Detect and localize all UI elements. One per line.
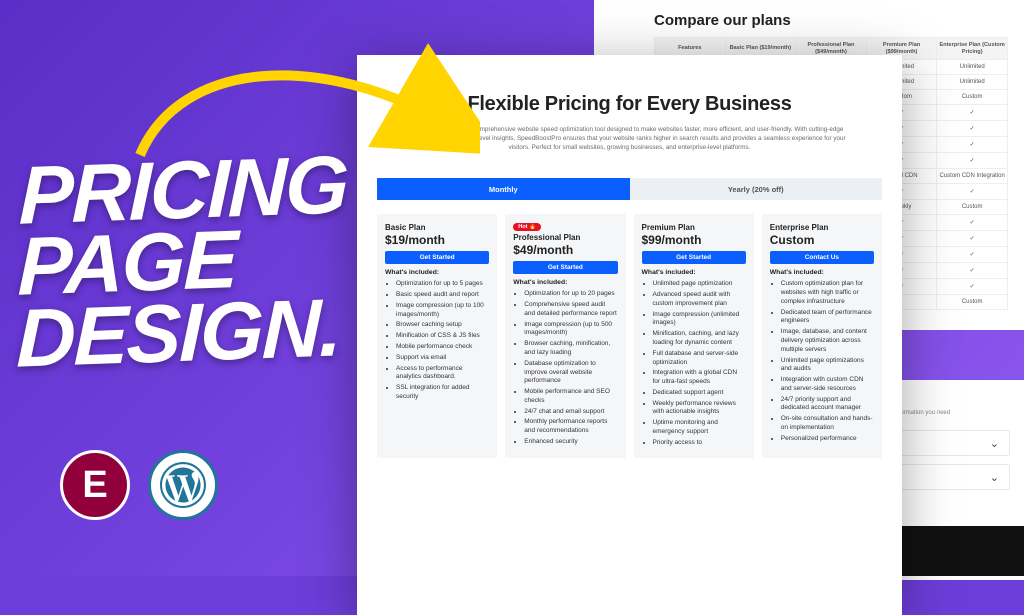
included-label: What's included: <box>642 269 746 276</box>
plan-feature: Custom optimization plan for websites wi… <box>781 280 874 306</box>
plan-cta-button[interactable]: Get Started <box>642 251 746 264</box>
plan-price: $99/month <box>642 233 746 247</box>
plan-card: Hot 🔥 Professional Plan$49/month Get Start… <box>505 214 625 458</box>
compare-cell: ✓ <box>937 105 1008 121</box>
compare-cell: Custom <box>937 200 1008 215</box>
plan-feature: Full database and server-side optimizati… <box>653 350 746 368</box>
plan-card: Basic Plan$19/month Get Started What's inc… <box>377 214 497 458</box>
plan-price: $49/month <box>513 243 617 257</box>
promo-line-3: DESIGN. <box>16 282 341 384</box>
plans-grid: Basic Plan$19/month Get Started What's inc… <box>377 214 882 458</box>
plan-feature: Access to performance analytics dashboar… <box>396 365 489 383</box>
plan-price: $19/month <box>385 233 489 247</box>
plan-feature: Minification of CSS & JS files <box>396 332 489 341</box>
plan-feature: Optimization for up to 20 pages <box>524 290 617 299</box>
plan-feature: Basic speed audit and report <box>396 291 489 300</box>
plan-cta-button[interactable]: Get Started <box>385 251 489 264</box>
plan-feature: Integration with custom CDN and server-s… <box>781 376 874 394</box>
plan-feature: Image compression (up to 500 images/mont… <box>524 321 617 339</box>
plan-feature: On-site consultation and hands-on implem… <box>781 415 874 433</box>
plan-card: Enterprise PlanCustom Contact Us What's in… <box>762 214 882 458</box>
compare-cell: Unlimited <box>937 60 1008 75</box>
plan-feature: Personalized performance <box>781 435 874 444</box>
chevron-down-icon: ⌄ <box>990 471 999 484</box>
included-label: What's included: <box>513 279 617 286</box>
plan-feature: Priority access to <box>653 439 746 448</box>
plan-feature: Image compression (unlimited images) <box>653 311 746 329</box>
included-label: What's included: <box>770 269 874 276</box>
compare-cell: Custom <box>937 295 1008 310</box>
plan-feature: Minification, caching, and lazy loading … <box>653 330 746 348</box>
tool-logos: E <box>60 450 218 520</box>
compare-cell: Unlimited <box>937 75 1008 90</box>
plan-feature: Database optimization to improve overall… <box>524 360 617 386</box>
compare-cell: ✓ <box>937 279 1008 295</box>
plan-cta-button[interactable]: Contact Us <box>770 251 874 264</box>
compare-cell: ✓ <box>937 137 1008 153</box>
plan-feature: Unlimited page optimizations and audits <box>781 357 874 375</box>
tab-yearly[interactable]: Yearly (20% off) <box>630 178 883 200</box>
compare-cell: Custom CDN Integration <box>937 169 1008 184</box>
compare-title: Compare our plans <box>654 12 1008 29</box>
compare-cell: ✓ <box>937 231 1008 247</box>
plan-price: Custom <box>770 233 874 247</box>
plan-feature: Mobile performance and SEO checks <box>524 388 617 406</box>
plan-cta-button[interactable]: Get Started <box>513 261 617 274</box>
wordpress-icon <box>148 450 218 520</box>
plan-feature: Support via email <box>396 354 489 363</box>
plan-feature: Monthly performance reports and recommen… <box>524 418 617 436</box>
plan-feature: Mobile performance check <box>396 343 489 352</box>
plan-feature: Optimization for up to 5 pages <box>396 280 489 289</box>
plan-feature: Integration with a global CDN for ultra-… <box>653 369 746 387</box>
plan-feature: Image, database, and content delivery op… <box>781 328 874 354</box>
plan-feature: Dedicated support agent <box>653 389 746 398</box>
compare-cell: Custom <box>937 90 1008 105</box>
chevron-down-icon: ⌄ <box>990 437 999 450</box>
compare-cell: ✓ <box>937 247 1008 263</box>
plan-feature: Advanced speed audit with custom improve… <box>653 291 746 309</box>
plan-feature: 24/7 chat and email support <box>524 408 617 417</box>
plan-name: Premium Plan <box>642 223 746 232</box>
plan-feature: Browser caching setup <box>396 321 489 330</box>
plan-feature: Enhanced security <box>524 438 617 447</box>
plan-feature: Browser caching, minification, and lazy … <box>524 340 617 358</box>
plan-feature: Comprehensive speed audit and detailed p… <box>524 301 617 319</box>
compare-cell: ✓ <box>937 184 1008 200</box>
plan-feature: Weekly performance reviews with actionab… <box>653 400 746 418</box>
plan-name: Basic Plan <box>385 223 489 232</box>
plan-feature: Unlimited page optimization <box>653 280 746 289</box>
plan-name: Professional Plan <box>513 233 617 242</box>
hot-badge: Hot 🔥 <box>513 223 541 231</box>
plan-feature: SSL integration for added security <box>396 384 489 402</box>
compare-header: Enterprise Plan (Custom Pricing) <box>937 38 1008 60</box>
included-label: What's included: <box>385 269 489 276</box>
plan-name: Enterprise Plan <box>770 223 874 232</box>
plan-feature: Image compression (up to 100 images/mont… <box>396 302 489 320</box>
plan-feature: Dedicated team of performance engineers <box>781 309 874 327</box>
plan-feature: 24/7 priority support and dedicated acco… <box>781 396 874 414</box>
compare-cell: ✓ <box>937 215 1008 231</box>
promo-heading: PRICING PAGE DESIGN. <box>18 155 346 369</box>
compare-cell: ✓ <box>937 263 1008 279</box>
compare-cell: ✓ <box>937 153 1008 169</box>
plan-card: Premium Plan$99/month Get Started What's i… <box>634 214 754 458</box>
elementor-icon: E <box>60 450 130 520</box>
plan-feature: Uptime monitoring and emergency support <box>653 419 746 437</box>
compare-cell: ✓ <box>937 121 1008 137</box>
